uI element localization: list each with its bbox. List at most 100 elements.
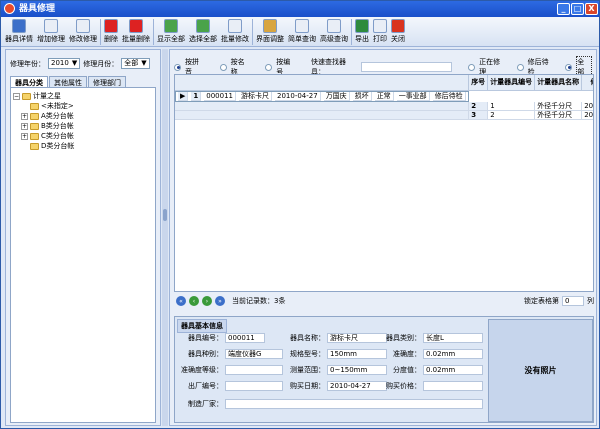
radio-pending-inspection[interactable]: [516, 63, 524, 71]
splitter-grip[interactable]: [163, 209, 167, 221]
tree-node[interactable]: + B类分台帐: [13, 121, 153, 131]
folder-icon: [30, 122, 39, 130]
info-field: 准确度： 0.02mm: [375, 349, 483, 359]
toolbar-button-delete[interactable]: 删除: [102, 17, 120, 47]
radio-repairing[interactable]: [468, 63, 476, 71]
edit-doc-icon: [76, 19, 90, 33]
expand-toggle-icon[interactable]: +: [21, 122, 28, 130]
splitter[interactable]: [162, 49, 168, 426]
toolbar-button-label: 显示全部: [157, 35, 185, 43]
window-close-button[interactable]: X: [585, 3, 598, 15]
quick-search-input[interactable]: [361, 62, 453, 72]
photo-box: 没有照片: [488, 319, 593, 422]
next-page-button[interactable]: ›: [202, 296, 212, 306]
month-select[interactable]: 全部 ▼: [121, 58, 150, 69]
radio-by-name[interactable]: [219, 63, 227, 71]
toolbar-button-select-all[interactable]: 选择全部: [187, 17, 219, 47]
column-header[interactable]: [175, 75, 470, 91]
column-header[interactable]: 计量器具名称: [534, 75, 583, 91]
toolbar-button-close[interactable]: 关闭: [389, 17, 407, 47]
toolbar-separator: [153, 19, 154, 45]
toolbar-button-add-doc[interactable]: 增加修理: [35, 17, 67, 47]
info-field-value: 长度L: [423, 333, 483, 343]
table-row[interactable]: ▶ 1 000011 游标卡尺 2010-04-27 万国庆 损坏 正常 一事业部 修后待检: [175, 90, 469, 102]
radio-by-number[interactable]: [265, 63, 273, 71]
column-header[interactable]: 计量器具编号: [487, 75, 536, 91]
expand-toggle-icon[interactable]: +: [21, 112, 28, 120]
search-icon: [295, 19, 309, 33]
tree-node[interactable]: + A类分台帐: [13, 111, 153, 121]
info-field-label: 准确度等级：: [181, 366, 223, 374]
toolbar-button-label: 修改修理: [69, 35, 97, 43]
tree-node[interactable]: <未指定>: [13, 101, 153, 111]
info-field-label: 器具类别：: [386, 334, 421, 342]
toolbar-button-label: 导出: [355, 35, 369, 43]
info-field: 准确度等级：: [177, 365, 283, 375]
expand-toggle-icon[interactable]: −: [13, 92, 20, 100]
instrument-info-panel: 器具基本信息 没有照片 器具编号： 000011 器具名称： 游标卡尺 器具类别： 长度L…: [174, 316, 594, 423]
tree-node-label: D类分台帐: [41, 142, 75, 150]
toolbar-button-batch-edit[interactable]: 批量修改: [219, 17, 251, 47]
tree-node-label: C类分台帐: [41, 132, 74, 140]
info-field: 出厂编号：: [177, 381, 283, 391]
prev-page-button[interactable]: ‹: [189, 296, 199, 306]
tree-node[interactable]: D类分台帐: [13, 141, 153, 151]
info-header: 器具基本信息: [177, 319, 227, 333]
year-select[interactable]: 2010 ▼: [48, 58, 81, 69]
toolbar-button-excel[interactable]: 导出: [353, 17, 371, 47]
toolbar-button-printer[interactable]: 打印: [371, 17, 389, 47]
info-field-value: 0.02mm: [423, 365, 483, 375]
toolbar-button-layout[interactable]: 界面调整: [254, 17, 286, 47]
tree-node[interactable]: + C类分台帐: [13, 131, 153, 141]
toolbar-button-edit-doc[interactable]: 修改修理: [67, 17, 99, 47]
toolbar-button-label: 打印: [373, 35, 387, 43]
table-row[interactable]: 21外径千分尺2010-10-23修后待检: [175, 101, 593, 111]
toolbar-button-label: 批量删除: [122, 35, 150, 43]
toolbar-button-details[interactable]: 器具详情: [3, 17, 35, 47]
table-cell: ▶: [178, 91, 189, 101]
table-cell: [175, 110, 470, 120]
table-cell: 外径千分尺: [534, 101, 583, 111]
year-label: 修理年份：: [10, 59, 45, 68]
info-field: 器具名称： 游标卡尺: [279, 333, 387, 343]
radio-by-pinyin[interactable]: [174, 63, 181, 71]
tree-node-label: A类分台帐: [41, 112, 74, 120]
show-all-icon: [164, 19, 178, 33]
info-field-value: [225, 365, 283, 375]
info-field-label: 制造厂家：: [188, 400, 223, 408]
info-field: 器具类别： 长度L: [375, 333, 483, 343]
info-field: 器具种别： 端度仪器G: [177, 349, 283, 359]
chevron-down-icon: ▼: [71, 59, 78, 67]
info-field-label: 测量范围：: [290, 366, 325, 374]
maximize-button[interactable]: □: [571, 3, 584, 15]
folder-icon: [30, 112, 39, 120]
column-header[interactable]: 序号: [468, 75, 489, 91]
table-cell: 000011: [204, 91, 236, 101]
toolbar-button-advanced-search[interactable]: 高级查询: [318, 17, 350, 47]
minimize-button[interactable]: _: [557, 3, 570, 15]
toolbar-button-search[interactable]: 简单查询: [286, 17, 318, 47]
radio-all[interactable]: [565, 63, 573, 71]
select-all-icon: [196, 19, 210, 33]
info-field: 规格型号： 150mm: [279, 349, 387, 359]
info-field: 制造厂家：: [177, 399, 483, 409]
batch-edit-icon: [228, 19, 242, 33]
toolbar-button-batch-delete[interactable]: 批量删除: [120, 17, 152, 47]
last-page-button[interactable]: »: [215, 296, 225, 306]
first-page-button[interactable]: «: [176, 296, 186, 306]
column-header[interactable]: 修理日期: [581, 75, 593, 91]
table-cell: 外径千分尺: [534, 110, 583, 120]
table-cell: 2010-10-23: [581, 110, 593, 120]
folder-icon: [30, 132, 39, 140]
toolbar-separator: [100, 19, 101, 45]
tree-node[interactable]: − 计量之星: [13, 91, 153, 101]
lock-columns-label: 锁定表格第: [524, 297, 559, 305]
toolbar-button-show-all[interactable]: 显示全部: [155, 17, 187, 47]
main-window: 器具修理 _ □ X 器具详情 增加修理 修改修理 删除 批量删除 显示全部 选择全部 批量修…: [0, 0, 600, 429]
pager: « ‹ › » 当前记录数：3条 锁定表格第 0 列: [176, 296, 594, 306]
toolbar: 器具详情 增加修理 修改修理 删除 批量删除 显示全部 选择全部 批量修改 界面调整 简单查询 高级…: [1, 17, 599, 47]
info-field-label: 器具名称：: [290, 334, 325, 342]
lock-columns-input[interactable]: 0: [562, 296, 584, 306]
table-row[interactable]: 32外径千分尺2010-10-23修后待检: [175, 110, 593, 120]
expand-toggle-icon[interactable]: +: [21, 132, 28, 140]
